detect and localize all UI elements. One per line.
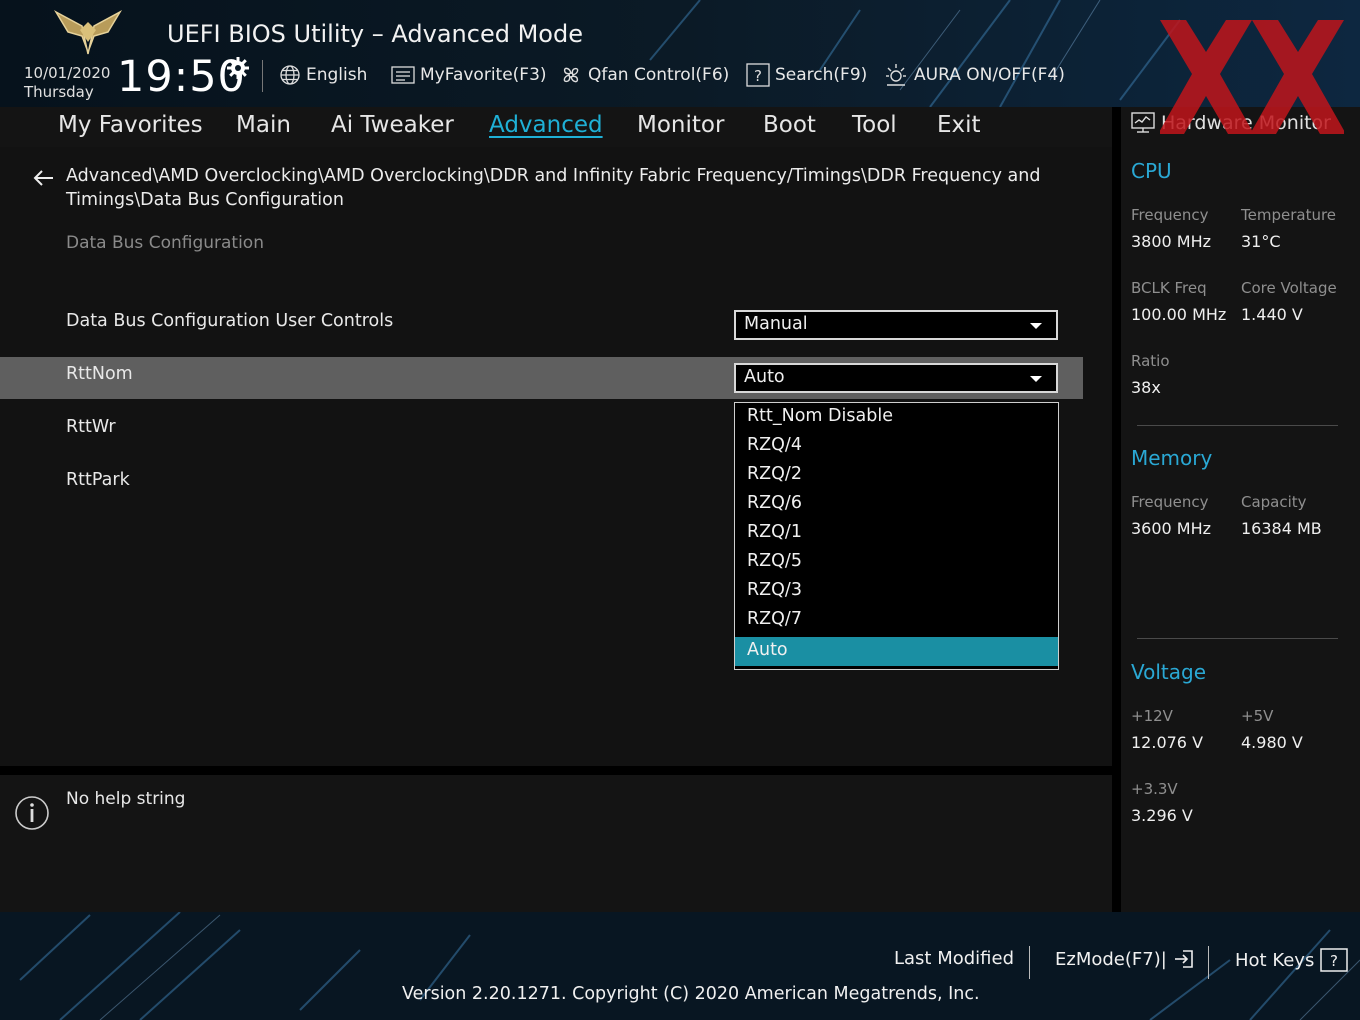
tab-tool[interactable]: Tool xyxy=(852,112,897,138)
svg-text:?: ? xyxy=(1330,952,1338,970)
setting-label-rttnom: RttNom xyxy=(66,364,133,384)
day-text: Thursday xyxy=(24,83,94,101)
cpu-temperature-value: 31°C xyxy=(1241,232,1281,251)
memory-capacity-value: 16384 MB xyxy=(1241,519,1322,538)
ezmode-label: EzMode(F7)| xyxy=(1055,948,1167,970)
language-label: English xyxy=(306,65,368,85)
myfavorite-button[interactable]: MyFavorite(F3) xyxy=(391,63,547,87)
chevron-down-icon xyxy=(1030,323,1042,329)
tab-boot[interactable]: Boot xyxy=(763,112,816,138)
v12-value: 12.076 V xyxy=(1131,733,1204,752)
divider xyxy=(1137,638,1338,639)
dropdown-option[interactable]: RZQ/7 xyxy=(735,606,1058,635)
tab-ai-tweaker[interactable]: Ai Tweaker xyxy=(331,112,454,138)
page-subtitle: Data Bus Configuration xyxy=(66,233,264,253)
favorite-list-icon xyxy=(391,66,415,84)
memory-capacity-label: Capacity xyxy=(1241,493,1307,511)
back-arrow-icon[interactable] xyxy=(31,167,55,189)
rttnom-select[interactable]: Auto xyxy=(734,363,1058,393)
date-display: 10/01/2020 Thursday xyxy=(24,64,110,102)
dropdown-option[interactable]: RZQ/1 xyxy=(735,519,1058,548)
bclk-label: BCLK Freq xyxy=(1131,279,1207,297)
ratio-label: Ratio xyxy=(1131,352,1170,370)
v5-value: 4.980 V xyxy=(1241,733,1303,752)
user-controls-value: Manual xyxy=(744,314,808,334)
core-voltage-label: Core Voltage xyxy=(1241,279,1337,297)
v5-label: +5V xyxy=(1241,707,1274,725)
tab-exit[interactable]: Exit xyxy=(937,112,981,138)
chevron-down-icon xyxy=(1030,376,1042,382)
gear-icon[interactable] xyxy=(226,56,250,80)
divider xyxy=(1137,425,1338,426)
dropdown-option[interactable]: RZQ/5 xyxy=(735,548,1058,577)
exit-arrow-icon xyxy=(1174,950,1193,968)
fan-icon xyxy=(563,67,579,83)
tab-advanced[interactable]: Advanced xyxy=(489,112,603,138)
setting-label-rttwr[interactable]: RttWr xyxy=(66,417,116,437)
setting-label-user-controls: Data Bus Configuration User Controls xyxy=(66,311,394,331)
dropdown-option[interactable]: RZQ/6 xyxy=(735,490,1058,519)
footer-divider xyxy=(1208,946,1209,979)
qfan-control-label: Qfan Control(F6) xyxy=(588,65,730,85)
dropdown-option-selected[interactable]: Auto xyxy=(735,637,1058,666)
voltage-section-title: Voltage xyxy=(1131,660,1207,684)
dropdown-option[interactable]: RZQ/2 xyxy=(735,461,1058,490)
tuf-logo xyxy=(53,10,123,55)
aura-light-icon xyxy=(886,64,906,86)
footer-divider xyxy=(1029,946,1030,979)
search-button[interactable]: ? Search(F9) xyxy=(746,63,867,87)
search-label: Search(F9) xyxy=(775,65,868,85)
version-text: Version 2.20.1271. Copyright (C) 2020 Am… xyxy=(402,984,980,1004)
cpu-section-title: CPU xyxy=(1131,159,1172,183)
memory-section-title: Memory xyxy=(1131,446,1213,470)
header-divider xyxy=(262,60,263,92)
hot-keys-button[interactable]: Hot Keys ? xyxy=(1235,948,1349,972)
info-icon xyxy=(15,796,49,830)
search-help-icon: ? xyxy=(746,63,770,87)
help-key-icon: ? xyxy=(1320,948,1349,972)
cpu-temperature-label: Temperature xyxy=(1241,206,1337,224)
ratio-value: 38x xyxy=(1131,378,1161,397)
setting-label-rttpark[interactable]: RttPark xyxy=(66,470,130,490)
core-voltage-value: 1.440 V xyxy=(1241,305,1303,324)
last-modified-label: Last Modified xyxy=(894,948,1015,969)
ezmode-button[interactable]: EzMode(F7)| xyxy=(1055,948,1195,970)
hot-keys-label: Hot Keys xyxy=(1235,949,1315,971)
v33-value: 3.296 V xyxy=(1131,806,1193,825)
language-button[interactable]: English xyxy=(279,63,367,87)
memory-frequency-value: 3600 MHz xyxy=(1131,519,1212,538)
dropdown-option[interactable]: RZQ/4 xyxy=(735,432,1058,461)
cpu-frequency-value: 3800 MHz xyxy=(1131,232,1212,251)
dropdown-option[interactable]: Rtt_Nom Disable xyxy=(735,403,1058,432)
qfan-control-button[interactable]: Qfan Control(F6) xyxy=(559,63,729,87)
tab-main[interactable]: Main xyxy=(236,112,291,138)
globe-icon xyxy=(280,65,300,85)
last-modified-button[interactable]: Last Modified xyxy=(894,948,1014,969)
bclk-value: 100.00 MHz xyxy=(1131,305,1227,324)
app-title: UEFI BIOS Utility – Advanced Mode xyxy=(167,20,583,48)
breadcrumb: Advanced\AMD Overclocking\AMD Overclocki… xyxy=(66,166,1041,210)
aura-toggle-button[interactable]: AURA ON/OFF(F4) xyxy=(883,63,1065,87)
dropdown-option[interactable]: RZQ/3 xyxy=(735,577,1058,606)
myfavorite-label: MyFavorite(F3) xyxy=(420,65,547,85)
xx-watermark-logo xyxy=(1160,20,1344,134)
memory-frequency-label: Frequency xyxy=(1131,493,1209,511)
monitor-icon xyxy=(1131,112,1155,133)
date-text: 10/01/2020 xyxy=(24,64,111,82)
aura-label: AURA ON/OFF(F4) xyxy=(914,65,1065,85)
v12-label: +12V xyxy=(1131,707,1173,725)
tab-my-favorites[interactable]: My Favorites xyxy=(58,112,203,138)
tab-monitor[interactable]: Monitor xyxy=(637,112,724,138)
user-controls-select[interactable]: Manual xyxy=(734,310,1058,340)
rttnom-value: Auto xyxy=(744,367,785,387)
rttnom-dropdown-list: Rtt_Nom Disable RZQ/4 RZQ/2 RZQ/6 RZQ/1 … xyxy=(734,402,1059,670)
v33-label: +3.3V xyxy=(1131,780,1178,798)
cpu-frequency-label: Frequency xyxy=(1131,206,1209,224)
help-text: No help string xyxy=(66,789,186,809)
svg-text:?: ? xyxy=(754,67,762,85)
